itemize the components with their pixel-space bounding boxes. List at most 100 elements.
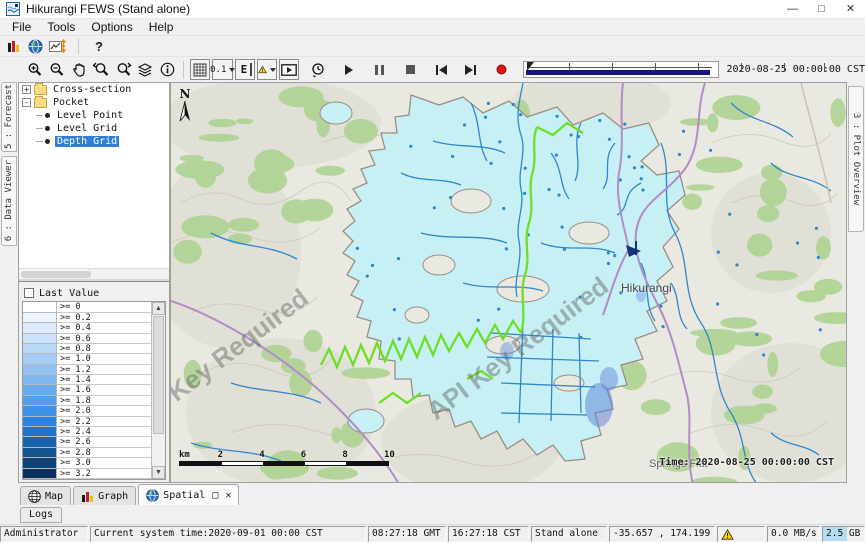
legend-scroll-thumb[interactable] (153, 316, 164, 433)
tab-graph[interactable]: Graph (73, 486, 136, 505)
legend-swatch (23, 323, 57, 333)
minimize-button[interactable]: — (778, 0, 807, 18)
status-bar: Administrator Current system time:2020-0… (0, 525, 865, 542)
elevation-button[interactable]: E (235, 59, 255, 80)
legend-row[interactable]: >= 1.0 (23, 354, 151, 364)
legend-row[interactable]: >= 0.4 (23, 323, 151, 333)
folder-icon (34, 85, 47, 95)
help-icon[interactable]: ? (91, 39, 107, 54)
tree-expander-icon[interactable]: - (22, 98, 31, 107)
zoom-in-icon[interactable] (25, 60, 45, 80)
tab-data-viewer[interactable]: 6 : Data Viewer (1, 156, 17, 246)
class-interval-dropdown[interactable]: 0.1 (212, 59, 233, 80)
right-tab-strip: 3 : Plot Overview (847, 82, 865, 483)
legend-list: >= 0>= 0.2>= 0.4>= 0.6>= 0.8>= 1.0>= 1.2… (23, 302, 151, 479)
legend-row[interactable]: >= 1.6 (23, 385, 151, 395)
tree-item-label[interactable]: Level Grid (55, 123, 119, 134)
tree-item[interactable]: - Pocket (19, 96, 169, 109)
legend-row[interactable]: >= 2.8 (23, 448, 151, 458)
timeline-datetime-label: 2020-08-25 00:00:00 CST (727, 64, 865, 75)
class-interval-value: 0.1 (210, 65, 226, 75)
map-canvas (171, 83, 847, 483)
stop-button[interactable] (401, 60, 421, 80)
tab-plot-overview[interactable]: 3 : Plot Overview (848, 86, 864, 232)
legend-row[interactable]: >= 2.4 (23, 427, 151, 437)
tab-forecast[interactable]: 5 : Forecast (1, 82, 17, 152)
zoom-out-icon[interactable] (47, 60, 67, 80)
legend-row-label: >= 2.8 (57, 448, 151, 458)
tree-item[interactable]: Level Grid (19, 122, 169, 135)
legend-panel: Last Value >= 0>= 0.2>= 0.4>= 0.6>= 0.8>… (19, 281, 169, 482)
legend-row[interactable]: >= 2.6 (23, 437, 151, 447)
layers-tree[interactable]: + Cross-section - Pocket Level Point Level Gr… (19, 83, 169, 281)
tree-item[interactable]: + Cross-section (19, 83, 169, 96)
tab-restore-icon[interactable]: □ (212, 490, 218, 501)
toolbar-separator (78, 38, 79, 54)
pause-button[interactable] (370, 60, 390, 80)
tab-graph-label: Graph (98, 491, 128, 502)
tree-item-label[interactable]: Pocket (51, 97, 91, 108)
record-button[interactable] (492, 60, 512, 80)
legend-row[interactable]: >= 3.2 (23, 469, 151, 479)
menu-options[interactable]: Options (83, 19, 140, 35)
map-view[interactable]: N API Key Required API Key Required Hiku… (170, 82, 847, 483)
menu-file[interactable]: File (4, 19, 39, 35)
tree-item[interactable]: Depth Grid (19, 135, 169, 148)
layers-icon[interactable] (135, 60, 155, 80)
scroll-up-icon[interactable]: ▲ (152, 302, 165, 315)
legend-row[interactable]: >= 1.2 (23, 365, 151, 375)
legend-row-label: >= 0 (57, 302, 151, 312)
legend-scroll-track[interactable] (152, 315, 165, 466)
menu-help[interactable]: Help (141, 19, 182, 35)
legend-row[interactable]: >= 2.0 (23, 406, 151, 416)
status-warning-icon[interactable] (721, 529, 734, 540)
timeline-slider[interactable] (523, 61, 719, 78)
status-local-time: 16:27:18 CST (448, 526, 529, 542)
tree-item[interactable]: Level Point (19, 109, 169, 122)
legend-row[interactable]: >= 0.2 (23, 313, 151, 323)
zoom-next-icon[interactable] (113, 60, 133, 80)
pan-icon[interactable] (69, 60, 89, 80)
tree-item-label[interactable]: Cross-section (51, 84, 133, 95)
tab-map[interactable]: Map (20, 486, 71, 505)
tree-expander-icon[interactable]: + (22, 85, 31, 94)
menu-tools[interactable]: Tools (39, 19, 83, 35)
legend-row[interactable]: >= 1.4 (23, 375, 151, 385)
tree-guide (36, 141, 43, 142)
globe-icon[interactable] (28, 39, 43, 54)
play-button[interactable] (339, 60, 359, 80)
chart-display-icon[interactable] (49, 39, 66, 54)
legend-row[interactable]: >= 1.8 (23, 396, 151, 406)
zoom-previous-icon[interactable] (91, 60, 111, 80)
legend-row-label: >= 2.2 (57, 417, 151, 427)
warning-threshold-dropdown[interactable] (257, 59, 277, 80)
tab-close-icon[interactable]: ✕ (225, 490, 231, 501)
legend-scrollbar[interactable]: ▲ ▼ (151, 302, 165, 479)
grid-toggle-button[interactable] (190, 59, 210, 80)
legend-row[interactable]: >= 0 (23, 302, 151, 312)
legend-row-label: >= 0.6 (57, 334, 151, 344)
legend-swatch (23, 375, 57, 385)
legend-row[interactable]: >= 0.8 (23, 344, 151, 354)
tree-hscroll-thumb[interactable] (21, 271, 91, 278)
scroll-down-icon[interactable]: ▼ (152, 466, 165, 479)
database-explorer-icon[interactable] (6, 39, 22, 54)
legend-row-label: >= 1.6 (57, 385, 151, 395)
info-icon[interactable] (157, 60, 177, 80)
legend-row[interactable]: >= 0.6 (23, 334, 151, 344)
legend-row[interactable]: >= 3.0 (23, 458, 151, 468)
step-forward-button[interactable] (461, 60, 481, 80)
step-back-button[interactable] (432, 60, 452, 80)
tree-item-label[interactable]: Level Point (55, 110, 125, 121)
legend-swatch (23, 427, 57, 437)
legend-row[interactable]: >= 2.2 (23, 417, 151, 427)
last-value-checkbox[interactable] (24, 288, 34, 298)
tree-hscrollbar[interactable] (19, 268, 169, 279)
maximize-button[interactable]: □ (807, 0, 836, 18)
tree-item-label[interactable]: Depth Grid (55, 136, 119, 147)
close-button[interactable]: ✕ (836, 0, 865, 18)
tab-spatial[interactable]: Spatial □ ✕ (138, 484, 239, 505)
animation-button[interactable] (279, 59, 299, 80)
logs-button[interactable]: Logs (20, 507, 62, 523)
time-settings-icon[interactable] (308, 60, 328, 80)
